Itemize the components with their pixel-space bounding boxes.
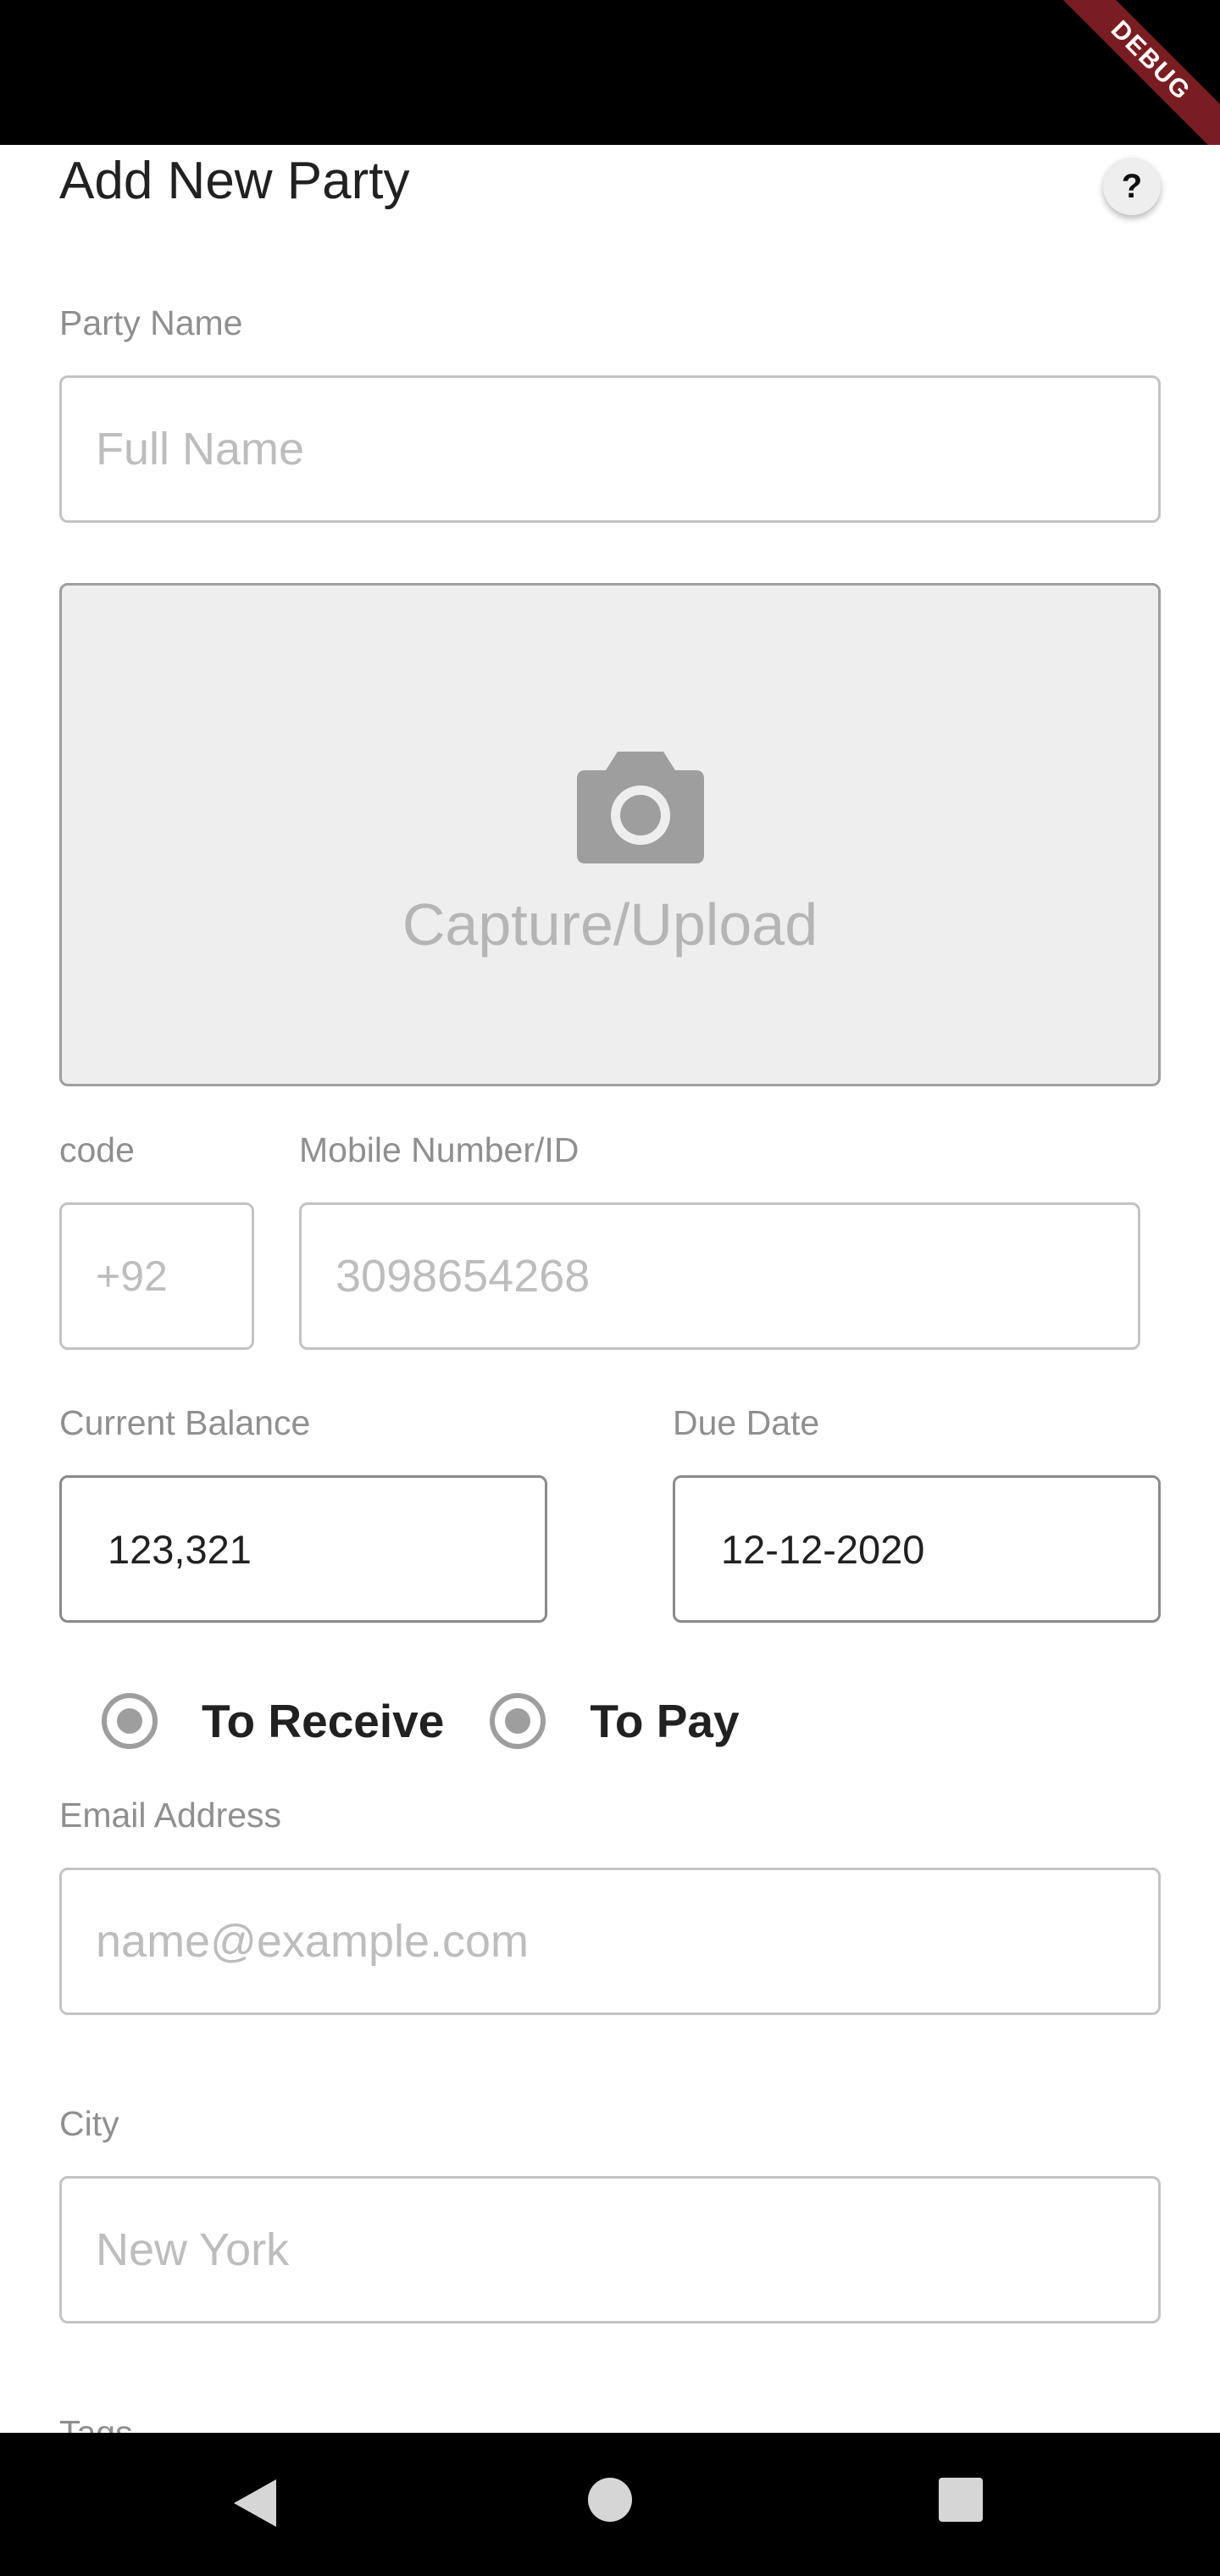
due-date-field[interactable]: 12-12-2020 [673, 1475, 1161, 1623]
code-label: code [59, 1130, 135, 1169]
mobile-number-field[interactable] [299, 1202, 1140, 1350]
party-name-label: Party Name [59, 303, 243, 342]
party-name-input[interactable] [62, 423, 1158, 475]
to-receive-radio[interactable] [102, 1693, 158, 1749]
home-circle-icon[interactable] [587, 2477, 633, 2523]
navigation-bar [0, 2433, 1220, 2576]
recents-square-icon[interactable] [938, 2477, 984, 2523]
email-field[interactable] [59, 1868, 1161, 2015]
help-button[interactable]: ? [1103, 158, 1161, 215]
party-name-field[interactable] [59, 375, 1161, 523]
capture-upload-area[interactable]: Capture/Upload [59, 583, 1161, 1086]
city-field[interactable] [59, 2176, 1161, 2323]
current-balance-label: Current Balance [59, 1403, 311, 1442]
due-date-value: 12-12-2020 [721, 1526, 925, 1572]
city-input[interactable] [62, 2223, 1158, 2276]
to-receive-label[interactable]: To Receive [202, 1694, 444, 1748]
to-pay-label[interactable]: To Pay [590, 1694, 739, 1748]
capture-upload-label: Capture/Upload [402, 891, 818, 958]
current-balance-field[interactable]: 123,321 [59, 1475, 547, 1623]
email-input[interactable] [62, 1915, 1158, 1968]
direction-radio-group: To Receive To Pay [102, 1693, 740, 1749]
mobile-number-label: Mobile Number/ID [299, 1130, 580, 1169]
city-label: City [59, 2104, 119, 2143]
email-label: Email Address [59, 1796, 282, 1835]
status-bar: DEBUG [0, 0, 1220, 145]
country-code-input[interactable] [62, 1252, 252, 1301]
current-balance-value: 123,321 [108, 1526, 252, 1572]
country-code-field[interactable] [59, 1202, 254, 1350]
mobile-number-input[interactable] [302, 1250, 1138, 1302]
camera-icon [577, 752, 704, 863]
debug-banner: DEBUG [1041, 0, 1220, 145]
tags-label: Tags [59, 2413, 133, 2433]
due-date-label: Due Date [673, 1403, 820, 1442]
back-triangle-icon[interactable] [230, 2477, 278, 2529]
to-pay-radio[interactable] [490, 1693, 546, 1749]
page-title: Add New Party [59, 152, 410, 210]
